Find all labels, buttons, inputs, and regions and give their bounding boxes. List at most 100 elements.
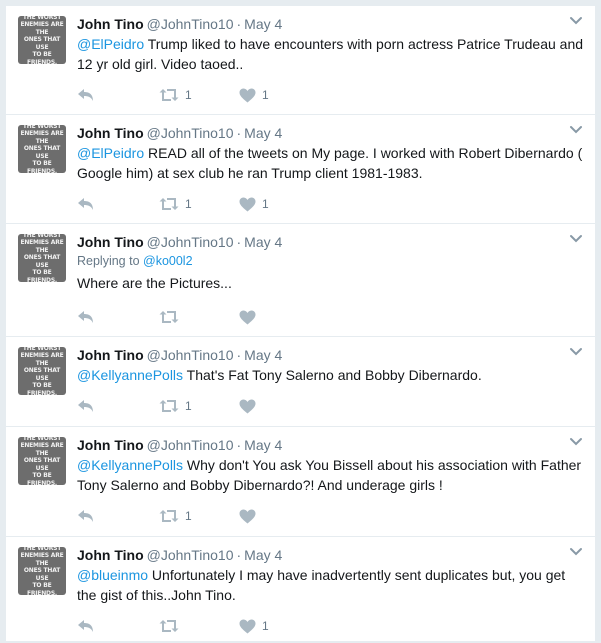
tweet-date[interactable]: May 4 [244, 547, 282, 563]
avatar[interactable]: THE WORST ENEMIES ARE THE ONES THAT USE … [18, 16, 66, 64]
chevron-down-icon[interactable] [569, 125, 583, 135]
avatar[interactable]: THE WORST ENEMIES ARE THE ONES THAT USE … [18, 234, 66, 282]
tweet-text: @KellyannePolls Why don't You ask You Bi… [77, 455, 585, 495]
reply-icon [78, 620, 93, 632]
tweet-date[interactable]: May 4 [244, 125, 282, 141]
retweet-button[interactable] [159, 619, 239, 633]
tweet-text: @KellyannePolls That's Fat Tony Salerno … [77, 365, 585, 385]
tweet-body: Trump liked to have encounters with porn… [77, 36, 584, 72]
tweet-header: John Tino @JohnTino10 · May 4 [77, 546, 585, 564]
avatar-text: THE WORST ENEMIES ARE THE ONES THAT USE … [20, 547, 64, 595]
like-button[interactable]: 1 [239, 619, 270, 634]
retweet-count: 1 [185, 197, 192, 211]
retweet-button[interactable]: 1 [159, 399, 239, 413]
tweet-body: That's Fat Tony Salerno and Bobby Dibern… [183, 367, 482, 383]
tweet-text: @ElPeidro Trump liked to have encounters… [77, 34, 585, 74]
chevron-down-icon[interactable] [569, 437, 583, 447]
mention-link[interactable]: @KellyannePolls [77, 457, 183, 473]
author-name[interactable]: John Tino [77, 16, 144, 32]
tweet-content: John Tino @JohnTino10 · May 4 @blueinmo Unf… [77, 546, 585, 605]
retweet-icon [159, 510, 179, 522]
reply-button[interactable] [77, 197, 159, 211]
avatar[interactable]: THE WORST ENEMIES ARE THE ONES THAT USE … [18, 547, 66, 595]
heart-icon [239, 88, 256, 102]
author-name[interactable]: John Tino [77, 347, 144, 363]
retweet-icon [159, 620, 179, 632]
chevron-down-icon[interactable] [569, 347, 583, 357]
tweet-actions: 1 1 [77, 195, 270, 213]
like-button[interactable]: 1 [239, 197, 270, 212]
tweet-date[interactable]: May 4 [244, 234, 282, 250]
mention-link[interactable]: @blueinmo [77, 567, 148, 583]
like-button[interactable] [239, 310, 270, 325]
reply-icon [78, 198, 93, 210]
tweet-date[interactable]: May 4 [244, 437, 282, 453]
chevron-down-icon[interactable] [569, 547, 583, 557]
tweet[interactable]: THE WORST ENEMIES ARE THE ONES THAT USE … [6, 6, 595, 115]
avatar[interactable]: THE WORST ENEMIES ARE THE ONES THAT USE … [18, 347, 66, 395]
avatar-text: THE WORST ENEMIES ARE THE ONES THAT USE … [20, 234, 64, 282]
mention-link[interactable]: @KellyannePolls [77, 367, 183, 383]
mention-link[interactable]: @ElPeidro [77, 36, 144, 52]
tweet-actions: 1 1 [77, 86, 270, 104]
reply-button[interactable] [77, 619, 159, 633]
author-name[interactable]: John Tino [77, 234, 144, 250]
retweet-count: 1 [185, 88, 192, 102]
tweet-header: John Tino @JohnTino10 · May 4 [77, 15, 585, 33]
author-handle[interactable]: @JohnTino10 [147, 125, 234, 141]
chevron-down-icon[interactable] [569, 234, 583, 244]
mention-link[interactable]: @ElPeidro [77, 145, 144, 161]
replying-label: Replying to [77, 254, 144, 268]
separator-dot: · [236, 437, 242, 453]
retweet-icon [159, 89, 179, 101]
replying-to-link[interactable]: @ko00l2 [143, 254, 193, 268]
retweet-icon [159, 400, 179, 412]
avatar[interactable]: THE WORST ENEMIES ARE THE ONES THAT USE … [18, 125, 66, 173]
author-handle[interactable]: @JohnTino10 [147, 347, 234, 363]
author-handle[interactable]: @JohnTino10 [147, 234, 234, 250]
tweet[interactable]: THE WORST ENEMIES ARE THE ONES THAT USE … [6, 115, 595, 224]
author-name[interactable]: John Tino [77, 437, 144, 453]
retweet-button[interactable]: 1 [159, 88, 239, 102]
tweet[interactable]: THE WORST ENEMIES ARE THE ONES THAT USE … [6, 427, 595, 537]
tweet-body: READ all of the tweets on My page. I wor… [77, 145, 583, 181]
tweet[interactable]: THE WORST ENEMIES ARE THE ONES THAT USE … [6, 537, 595, 641]
author-name[interactable]: John Tino [77, 125, 144, 141]
reply-button[interactable] [77, 310, 159, 324]
heart-icon [239, 509, 256, 523]
like-count: 1 [262, 197, 269, 211]
like-count: 1 [262, 619, 269, 633]
tweet-content: John Tino @JohnTino10 · May 4 @ElPeidro REA… [77, 124, 585, 183]
reply-button[interactable] [77, 399, 159, 413]
tweet-text: @ElPeidro READ all of the tweets on My p… [77, 143, 585, 183]
tweet-text: @blueinmo Unfortunately I may have inadv… [77, 565, 585, 605]
tweet-content: John Tino @JohnTino10 · May 4 @KellyannePol… [77, 436, 585, 495]
separator-dot: · [236, 234, 242, 250]
heart-icon [239, 310, 256, 324]
tweet-content: John Tino @JohnTino10 · May 4 @KellyannePol… [77, 346, 585, 385]
retweet-button[interactable] [159, 310, 239, 324]
tweet[interactable]: THE WORST ENEMIES ARE THE ONES THAT USE … [6, 337, 595, 427]
like-button[interactable] [239, 399, 270, 414]
reply-icon [78, 89, 93, 101]
author-handle[interactable]: @JohnTino10 [147, 437, 234, 453]
author-handle[interactable]: @JohnTino10 [147, 547, 234, 563]
retweet-button[interactable]: 1 [159, 509, 239, 523]
avatar-text: THE WORST ENEMIES ARE THE ONES THAT USE … [20, 16, 64, 64]
like-button[interactable] [239, 509, 270, 524]
chevron-down-icon[interactable] [569, 16, 583, 26]
tweet-date[interactable]: May 4 [244, 16, 282, 32]
like-button[interactable]: 1 [239, 88, 270, 103]
author-name[interactable]: John Tino [77, 547, 144, 563]
retweet-button[interactable]: 1 [159, 197, 239, 211]
separator-dot: · [236, 16, 242, 32]
tweet-text: Where are the Pictures... [77, 273, 585, 293]
reply-button[interactable] [77, 88, 159, 102]
author-handle[interactable]: @JohnTino10 [147, 16, 234, 32]
reply-button[interactable] [77, 509, 159, 523]
tweet-header: John Tino @JohnTino10 · May 4 [77, 124, 585, 142]
tweet[interactable]: THE WORST ENEMIES ARE THE ONES THAT USE … [6, 224, 595, 337]
avatar[interactable]: THE WORST ENEMIES ARE THE ONES THAT USE … [18, 437, 66, 485]
tweet-actions: 1 [77, 617, 270, 635]
tweet-date[interactable]: May 4 [244, 347, 282, 363]
